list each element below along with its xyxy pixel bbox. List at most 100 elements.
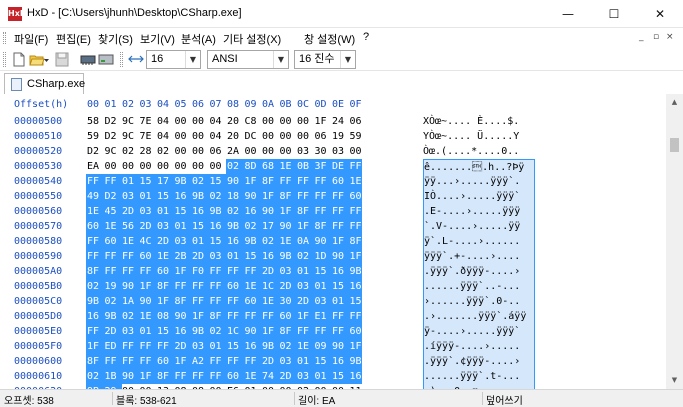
- hex-byte[interactable]: FF: [243, 354, 262, 369]
- hex-byte[interactable]: 90: [331, 339, 349, 354]
- hex-byte[interactable]: 1B: [103, 369, 122, 384]
- hex-byte[interactable]: 03: [313, 294, 332, 309]
- disk-icon[interactable]: [98, 52, 114, 67]
- hex-byte[interactable]: FF: [243, 309, 262, 324]
- hex-byte[interactable]: 03: [208, 249, 227, 264]
- hex-byte[interactable]: 16: [243, 204, 262, 219]
- hex-byte[interactable]: 60: [331, 174, 349, 189]
- hex-byte[interactable]: 15: [331, 279, 349, 294]
- hex-byte[interactable]: 1D: [313, 249, 332, 264]
- hex-byte[interactable]: 1F: [261, 324, 279, 339]
- hex-byte[interactable]: FF: [103, 264, 122, 279]
- hex-byte[interactable]: 02: [261, 234, 279, 249]
- text-column[interactable]: Òœ.(....*....0..: [423, 144, 535, 159]
- hex-byte[interactable]: 00: [244, 144, 262, 159]
- hex-byte[interactable]: 02: [103, 294, 122, 309]
- hex-byte[interactable]: FF: [173, 279, 192, 294]
- text-column[interactable]: ÿ`.L-....›......: [423, 234, 535, 249]
- menu-search[interactable]: 찾기(S): [98, 31, 133, 47]
- hex-byte[interactable]: 90: [278, 219, 297, 234]
- hex-byte[interactable]: 15: [331, 369, 349, 384]
- hex-byte[interactable]: FF: [331, 219, 349, 234]
- hex-byte[interactable]: 01: [296, 264, 314, 279]
- hex-byte[interactable]: FF: [103, 249, 122, 264]
- hex-byte[interactable]: 1F: [314, 114, 332, 129]
- hex-byte[interactable]: 8F: [156, 279, 174, 294]
- hex-byte[interactable]: 16: [348, 279, 362, 294]
- hex-byte[interactable]: 15: [156, 324, 174, 339]
- hex-byte[interactable]: 00: [139, 159, 157, 174]
- hex-byte[interactable]: 9B: [191, 189, 209, 204]
- hex-byte[interactable]: FF: [208, 279, 227, 294]
- hex-byte[interactable]: 03: [278, 354, 297, 369]
- hex-byte[interactable]: 19: [331, 129, 349, 144]
- hex-byte[interactable]: 9B: [261, 339, 279, 354]
- hex-byte[interactable]: FF: [121, 339, 139, 354]
- hex-byte[interactable]: FF: [313, 174, 332, 189]
- text-column[interactable]: ÿ-....›.....ÿÿÿ`: [423, 324, 535, 339]
- hex-byte[interactable]: 02: [86, 369, 104, 384]
- hex-byte[interactable]: 60: [226, 279, 244, 294]
- hex-byte[interactable]: 2D: [278, 279, 297, 294]
- hex-byte[interactable]: 01: [208, 339, 227, 354]
- hex-byte[interactable]: 60: [348, 324, 362, 339]
- hex-byte[interactable]: 2D: [156, 234, 174, 249]
- hex-byte[interactable]: 8F: [86, 354, 104, 369]
- hex-byte[interactable]: 90: [121, 369, 139, 384]
- hex-byte[interactable]: 30: [278, 294, 297, 309]
- hex-byte[interactable]: FF: [296, 324, 314, 339]
- hex-byte[interactable]: 03: [121, 189, 139, 204]
- hex-byte[interactable]: 7E: [139, 114, 157, 129]
- hex-byte[interactable]: 1E: [243, 279, 262, 294]
- hex-byte[interactable]: 02: [243, 219, 262, 234]
- hex-byte[interactable]: 90: [138, 294, 157, 309]
- hex-byte[interactable]: 20: [226, 129, 244, 144]
- hex-byte[interactable]: FF: [138, 339, 157, 354]
- hex-byte[interactable]: 9B: [348, 264, 362, 279]
- text-column[interactable]: YÒœ~.... Ü.....Y: [423, 129, 535, 144]
- hex-byte[interactable]: 01: [191, 234, 209, 249]
- hex-byte[interactable]: FF: [86, 249, 104, 264]
- ram-icon[interactable]: [80, 52, 96, 67]
- hex-byte[interactable]: 16: [348, 369, 362, 384]
- menu-help[interactable]: ?: [363, 31, 369, 43]
- hex-byte[interactable]: 60: [226, 369, 244, 384]
- hex-byte[interactable]: 01: [226, 249, 244, 264]
- hex-byte[interactable]: 90: [313, 234, 332, 249]
- hex-byte[interactable]: FF: [173, 369, 192, 384]
- hex-byte[interactable]: 00: [191, 114, 209, 129]
- hex-byte[interactable]: 03: [156, 219, 174, 234]
- menu-analysis[interactable]: 분석(A): [181, 31, 216, 47]
- hex-byte[interactable]: 59: [349, 129, 367, 144]
- hex-byte[interactable]: 8F: [278, 324, 297, 339]
- hex-byte[interactable]: 8D: [243, 159, 262, 174]
- hex-byte[interactable]: 02: [226, 204, 244, 219]
- hex-byte[interactable]: D2: [86, 144, 104, 159]
- hex-byte[interactable]: 1F: [348, 339, 362, 354]
- hex-byte[interactable]: 1E: [243, 369, 262, 384]
- offset-base-select[interactable]: 16 진수 ▼: [294, 50, 356, 69]
- menu-edit[interactable]: 편집(E): [56, 31, 91, 47]
- hex-byte[interactable]: 58: [86, 114, 104, 129]
- text-column[interactable]: .›.......ÿÿÿ`.áÿÿ: [423, 309, 535, 324]
- hex-byte[interactable]: 9B: [278, 249, 297, 264]
- hex-byte[interactable]: 1F: [191, 309, 209, 324]
- hex-byte[interactable]: 45: [103, 204, 122, 219]
- hex-byte[interactable]: EA: [86, 159, 104, 174]
- hex-byte[interactable]: 00: [174, 144, 192, 159]
- hex-byte[interactable]: 2D: [296, 294, 314, 309]
- hex-byte[interactable]: FF: [121, 249, 139, 264]
- hex-byte[interactable]: 02: [191, 174, 209, 189]
- charset-select[interactable]: ANSI ▼: [207, 50, 289, 69]
- hex-byte[interactable]: 00: [104, 159, 122, 174]
- hex-byte[interactable]: 02: [208, 324, 227, 339]
- hex-byte[interactable]: 9B: [243, 234, 262, 249]
- new-file-icon[interactable]: [11, 52, 27, 67]
- hex-byte[interactable]: DE: [331, 159, 349, 174]
- save-icon[interactable]: [54, 52, 70, 67]
- hex-byte[interactable]: FF: [191, 279, 209, 294]
- hex-byte[interactable]: FF: [121, 264, 139, 279]
- hex-byte[interactable]: 00: [279, 129, 297, 144]
- hex-byte[interactable]: FF: [313, 204, 332, 219]
- hex-byte[interactable]: E1: [313, 309, 332, 324]
